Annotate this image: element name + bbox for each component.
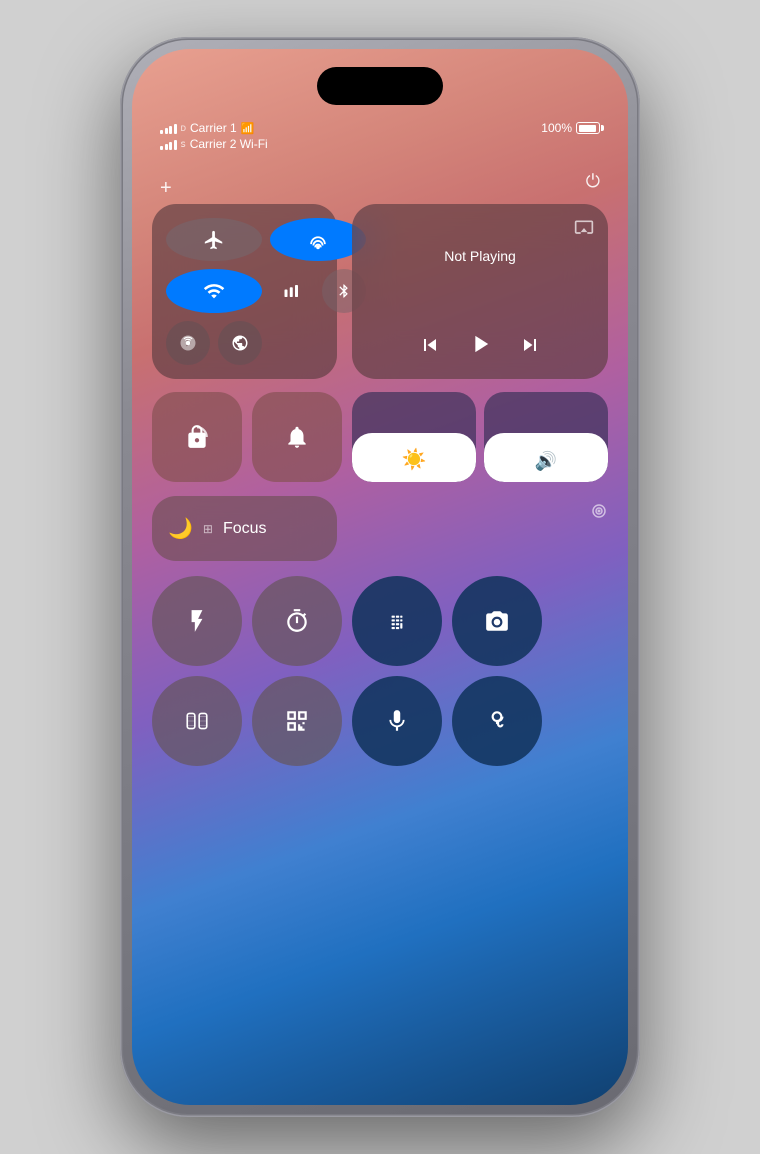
previous-button[interactable] bbox=[418, 333, 442, 363]
earth-button[interactable] bbox=[218, 321, 262, 365]
signal-bars-2 bbox=[160, 138, 177, 150]
brightness-slider[interactable]: ☀️ bbox=[352, 392, 476, 482]
carrier1-label: Carrier 1 bbox=[190, 121, 237, 135]
battery-percent: 100% bbox=[541, 121, 572, 135]
battery-fill bbox=[579, 125, 596, 132]
cellular-button[interactable] bbox=[270, 269, 314, 313]
rotation-lock-button[interactable] bbox=[152, 392, 242, 482]
airplay-icon[interactable] bbox=[574, 218, 594, 243]
silent-button[interactable] bbox=[252, 392, 342, 482]
flashlight-button[interactable] bbox=[152, 576, 242, 666]
bottom-row-2 bbox=[152, 676, 608, 766]
camera-button[interactable] bbox=[452, 576, 542, 666]
battery-icon bbox=[576, 122, 600, 134]
second-row: ☀️ 🔊 ♥ ♪ bbox=[152, 392, 608, 482]
bottom-row-1 bbox=[152, 576, 608, 666]
now-playing-tile: Not Playing bbox=[352, 204, 608, 379]
calculator-button[interactable] bbox=[352, 576, 442, 666]
radio-icon bbox=[590, 502, 608, 523]
carrier1-row: ᴅ Carrier 1 📶 bbox=[160, 121, 268, 135]
signal-bars-1 bbox=[160, 122, 177, 134]
play-button[interactable] bbox=[466, 330, 494, 365]
mirror-button[interactable] bbox=[152, 676, 242, 766]
timer-button[interactable] bbox=[252, 576, 342, 666]
focus-label: Focus bbox=[223, 520, 267, 538]
media-controls bbox=[368, 330, 592, 365]
next-button[interactable] bbox=[518, 333, 542, 363]
phone-screen: ᴅ Carrier 1 📶 ꜱ Carrier 2 Wi-Fi 100% bbox=[132, 49, 628, 1105]
focus-button[interactable]: 🌙 ⊞ Focus bbox=[152, 496, 337, 561]
wifi-button[interactable] bbox=[166, 269, 262, 313]
qrcode-button[interactable] bbox=[252, 676, 342, 766]
focus-row: 🌙 ⊞ Focus bbox=[152, 496, 337, 561]
brightness-icon: ☀️ bbox=[402, 447, 427, 472]
hearing-button[interactable] bbox=[452, 676, 542, 766]
carrier2-label: Carrier 2 Wi-Fi bbox=[190, 137, 268, 151]
volume-slider[interactable]: 🔊 bbox=[484, 392, 608, 482]
connectivity-tile bbox=[152, 204, 337, 379]
carrier2-row: ꜱ Carrier 2 Wi-Fi bbox=[160, 137, 268, 151]
status-bar: ᴅ Carrier 1 📶 ꜱ Carrier 2 Wi-Fi 100% bbox=[160, 121, 600, 151]
signal-info: ᴅ Carrier 1 📶 ꜱ Carrier 2 Wi-Fi bbox=[160, 121, 268, 151]
focus-dots-button[interactable] bbox=[166, 321, 210, 365]
microphone-button[interactable] bbox=[352, 676, 442, 766]
power-button[interactable]: ⏻ bbox=[586, 171, 600, 192]
add-button[interactable]: + bbox=[160, 177, 172, 200]
sliders-container: ☀️ 🔊 ♥ ♪ bbox=[352, 392, 608, 482]
wifi-status-icon: 📶 bbox=[241, 122, 255, 135]
volume-icon: 🔊 bbox=[535, 451, 557, 472]
phone-outer: ᴅ Carrier 1 📶 ꜱ Carrier 2 Wi-Fi 100% bbox=[120, 37, 640, 1117]
battery-row: 100% bbox=[541, 121, 600, 135]
dynamic-island bbox=[317, 67, 443, 105]
airplane-button[interactable] bbox=[166, 218, 262, 261]
not-playing-label: Not Playing bbox=[368, 248, 592, 264]
